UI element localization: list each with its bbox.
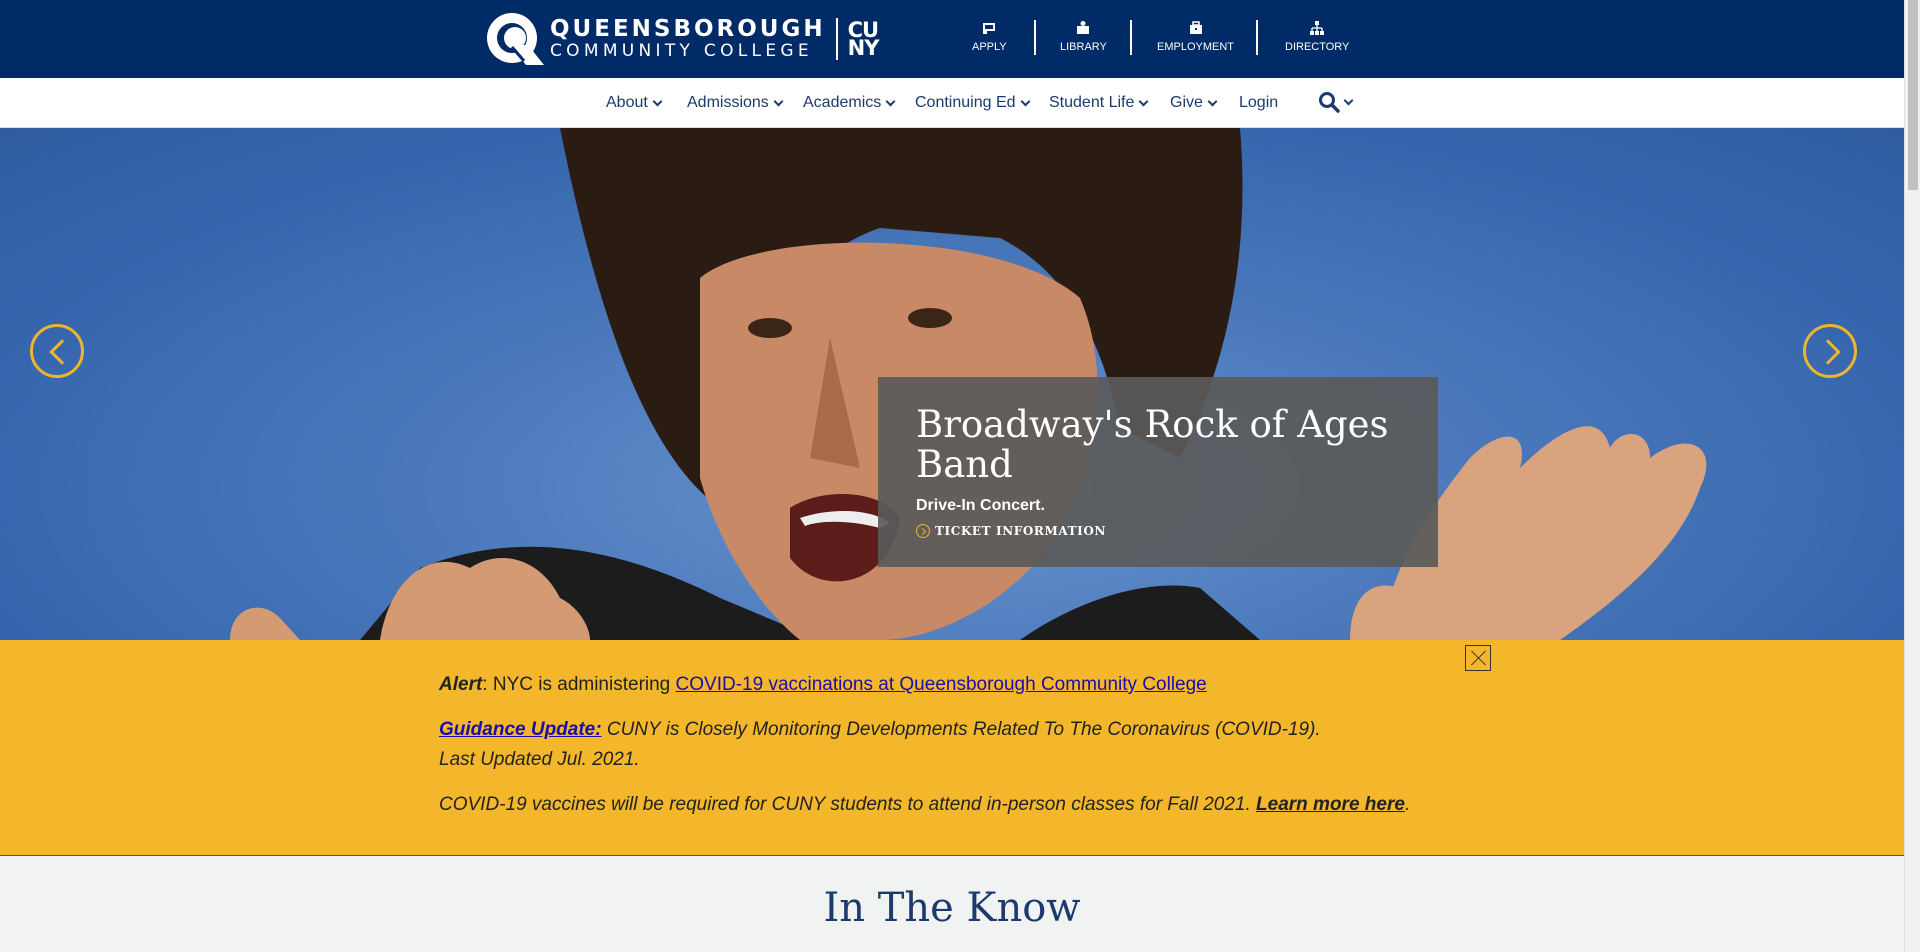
chevron-down-icon [1207,96,1218,106]
vaccination-link[interactable]: COVID-19 vaccinations at Queensborough C… [676,674,1207,695]
section-title: In The Know [823,885,1081,931]
utility-link-library[interactable]: LIBRARY [1060,20,1107,53]
cuny-logo: CU NY [847,20,880,60]
learn-more-link[interactable]: Learn more here [1256,794,1405,815]
page-scrollbar[interactable] [1904,0,1920,952]
alert-label: Alert [439,674,483,695]
ticket-link-label: TICKET INFORMATION [935,524,1107,538]
period: . [1404,794,1411,815]
utility-label: EMPLOYMENT [1157,41,1235,53]
utility-link-employment[interactable]: EMPLOYMENT [1157,20,1234,53]
chevron-down-icon [1343,95,1354,105]
nav-label: Student Life [1049,94,1135,111]
chevron-down-icon [1020,96,1030,106]
apply-icon [983,23,996,34]
hero-title: Broadway's Rock of Ages Band [916,403,1389,486]
search-toggle[interactable] [1318,91,1354,113]
utility-divider [1034,20,1036,55]
alert-line-3: COVID-19 vaccines will be required for C… [439,790,1449,820]
nav-item-about[interactable]: About [606,94,663,112]
utility-label: DIRECTORY [1285,41,1350,53]
top-header-bar: QUEENSBOROUGH COMMUNITY COLLEGE CU NY AP… [0,0,1904,78]
nav-item-student-life[interactable]: Student Life [1049,94,1149,112]
alert-text: : NYC is administering [482,674,676,695]
nav-item-admissions[interactable]: Admissions [687,94,784,112]
page: QUEENSBOROUGH COMMUNITY COLLEGE CU NY AP… [0,0,1904,952]
nav-label: Login [1239,94,1279,111]
utility-link-apply[interactable]: APPLY [972,20,1007,53]
scrollbar-thumb[interactable] [1908,0,1918,190]
chevron-down-icon [652,96,663,106]
alert-line-1: Alert: NYC is administering COVID-19 vac… [439,670,1449,700]
utility-label: LIBRARY [1060,41,1107,53]
alert-line-2: Guidance Update: CUNY is Closely Monitor… [439,715,1449,775]
logo-wordmark: QUEENSBOROUGH COMMUNITY COLLEGE [550,18,826,60]
cuny-bottom: NY [847,36,880,60]
utility-link-directory[interactable]: DIRECTORY [1285,20,1349,53]
search-icon [1319,92,1340,113]
hero-caption: Broadway's Rock of Ages Band Drive-In Co… [878,377,1438,567]
chevron-circle-right-icon [916,524,930,538]
briefcase-icon [1189,21,1202,34]
utility-label: APPLY [972,41,1007,53]
hero-carousel: Broadway's Rock of Ages Band Drive-In Co… [0,128,1904,640]
last-updated-text: Last Updated Jul. 2021. [439,749,640,770]
alert-content: Alert: NYC is administering COVID-19 vac… [439,670,1449,835]
nav-item-give[interactable]: Give [1170,94,1218,112]
college-logo[interactable]: QUEENSBOROUGH COMMUNITY COLLEGE CU NY [482,11,880,67]
logo-divider [835,18,838,60]
covid-alert-banner: Alert: NYC is administering COVID-19 vac… [0,640,1904,856]
nav-label: Academics [803,94,882,111]
ticket-information-link[interactable]: TICKET INFORMATION [916,524,1400,538]
nav-item-academics[interactable]: Academics [803,94,896,112]
carousel-next-button[interactable] [1803,324,1857,378]
nav-item-continuing-ed[interactable]: Continuing Ed [915,94,1030,112]
close-icon[interactable] [1465,645,1491,671]
utility-divider [1256,20,1258,55]
logo-line1: QUEENSBOROUGH [550,16,826,42]
guidance-update-link[interactable]: Guidance Update: [439,719,602,740]
nav-item-login[interactable]: Login [1239,94,1278,112]
sitemap-icon [1310,21,1325,35]
utility-divider [1130,20,1132,55]
nav-label: Admissions [687,94,769,111]
logo-line2: COMMUNITY COLLEGE [550,41,813,61]
vaccine-requirement-text: COVID-19 vaccines will be required for C… [439,794,1257,815]
nav-label: About [606,94,648,111]
chevron-down-icon [773,96,784,106]
nav-label: Continuing Ed [915,94,1016,111]
guidance-text: CUNY is Closely Monitoring Developments … [601,719,1321,740]
q-logo-icon [482,11,546,67]
carousel-prev-button[interactable] [30,324,84,378]
chevron-down-icon [885,96,896,106]
hero-subtitle: Drive-In Concert. [916,497,1045,514]
nav-label: Give [1170,94,1203,111]
chevron-down-icon [1138,96,1149,106]
main-navigation: About Admissions Academics Continuing Ed… [0,78,1904,128]
library-icon [1077,21,1090,34]
